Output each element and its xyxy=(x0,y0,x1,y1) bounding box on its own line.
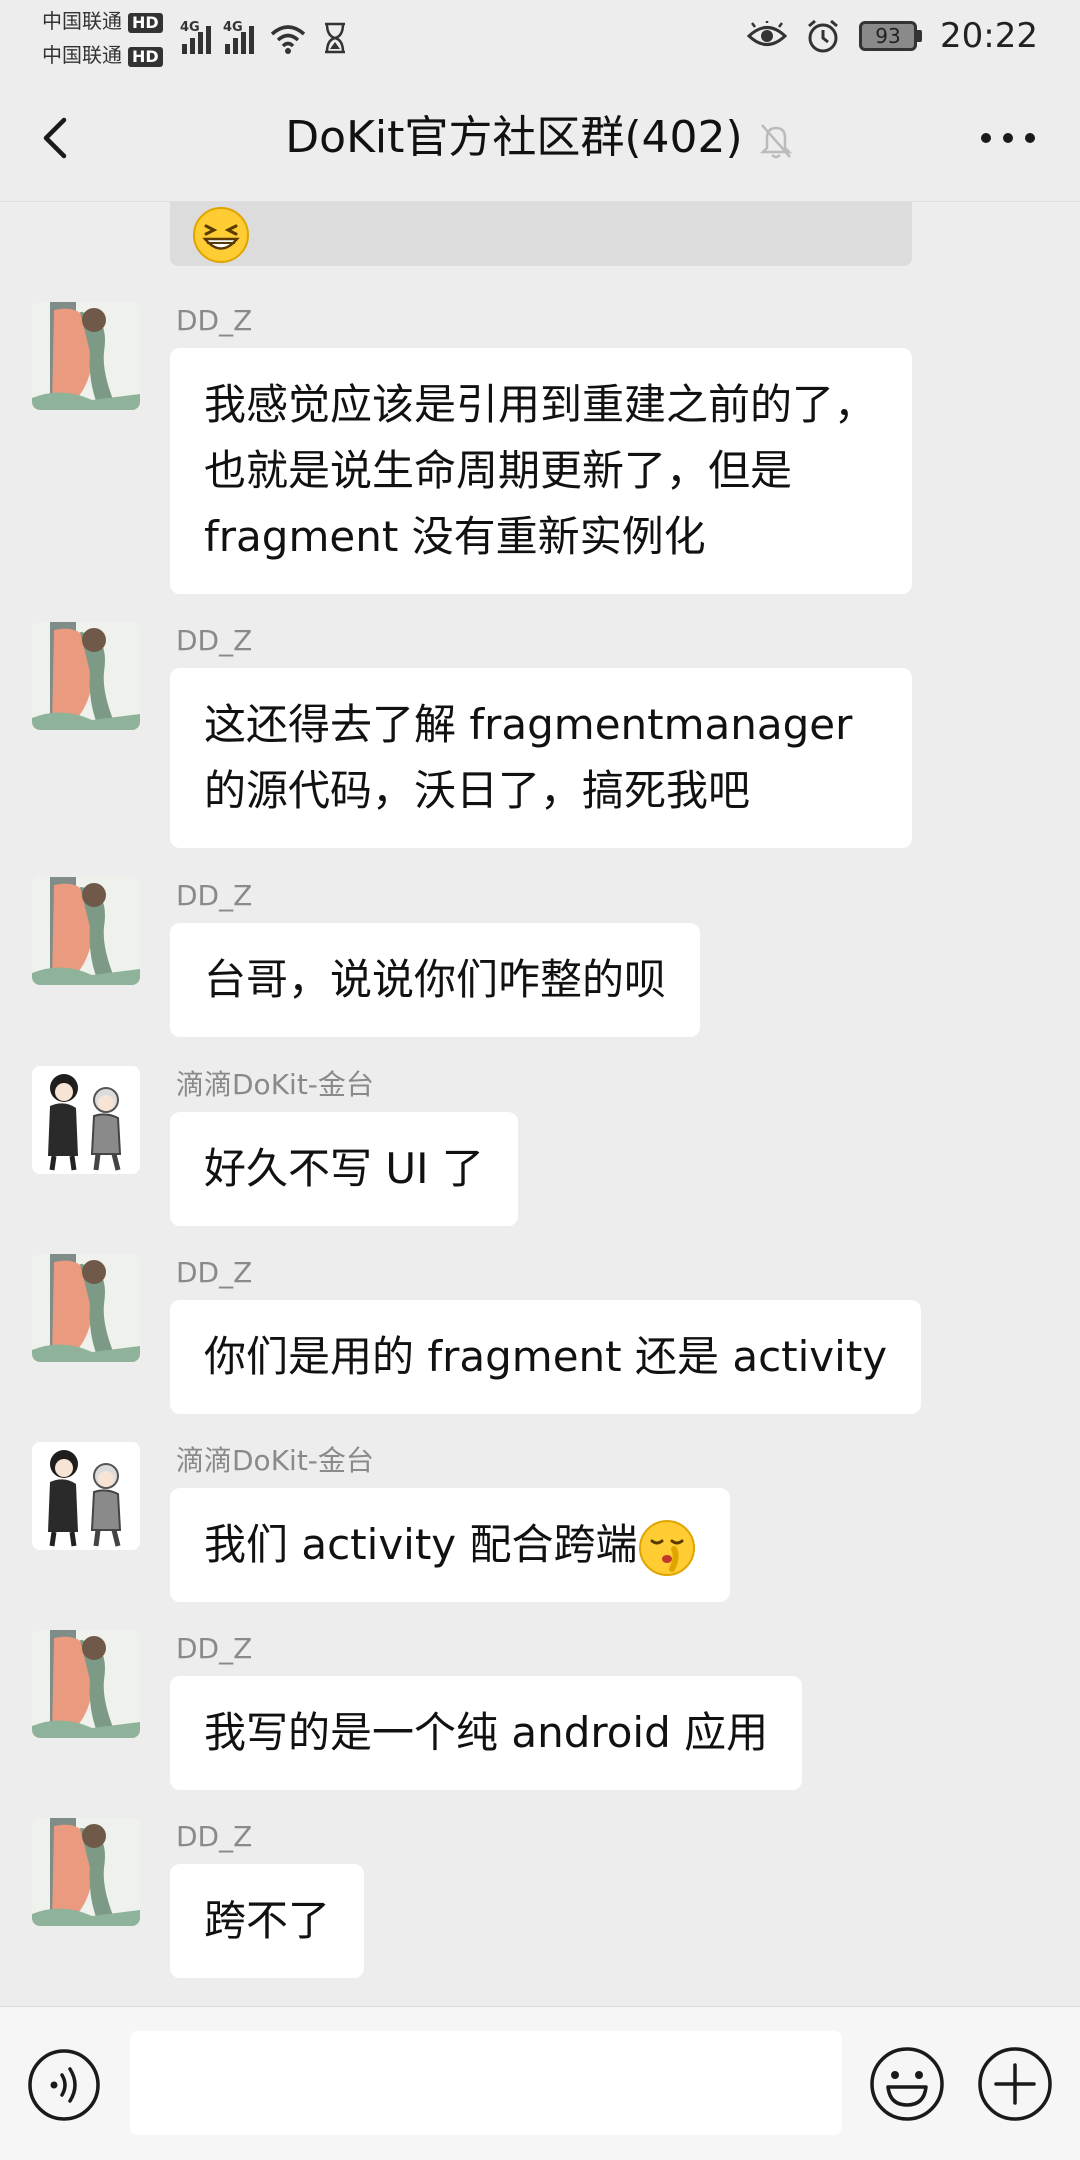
tree-figure-avatar[interactable] xyxy=(32,302,140,410)
message-text: 我感觉应该是引用到重建之前的了，也就是说生命周期更新了，但是 fragment … xyxy=(204,380,877,561)
shushing-face-emoji xyxy=(638,1519,695,1576)
sender-name: DD_Z xyxy=(176,624,253,657)
tree-figure-avatar[interactable] xyxy=(32,1818,140,1926)
signal-icon: 4G xyxy=(180,20,211,54)
message-bubble[interactable]: 我写的是一个纯 android 应用 xyxy=(170,1676,803,1790)
message-bubble[interactable]: 好久不写 UI 了 xyxy=(170,1112,518,1226)
network-type-1: 4G xyxy=(180,20,200,35)
sender-name: DD_Z xyxy=(176,1820,253,1853)
message-bubble[interactable]: 我感觉应该是引用到重建之前的了，也就是说生命周期更新了，但是 fragment … xyxy=(170,348,912,594)
sender-name: DD_Z xyxy=(176,1256,253,1289)
message-text: 我写的是一个纯 android 应用 xyxy=(204,1708,769,1757)
tree-figure-avatar[interactable] xyxy=(32,1254,140,1362)
network-type-2: 4G xyxy=(223,20,243,35)
sender-name: 滴滴DoKit-金台 xyxy=(176,1068,374,1101)
alarm-icon xyxy=(808,19,838,53)
status-right-group: 93 20:22 xyxy=(747,14,1038,58)
message-text: 我们 activity 配合跨端 xyxy=(204,1520,638,1569)
voice-icon[interactable] xyxy=(26,2047,102,2123)
input-bar xyxy=(0,2006,1080,2160)
signal-icon: 4G xyxy=(223,20,254,54)
message-bubble[interactable]: 你们是用的 fragment 还是 activity xyxy=(170,1300,922,1414)
plus-icon[interactable] xyxy=(976,2045,1054,2123)
tree-figure-avatar[interactable] xyxy=(32,1630,140,1738)
chat-header: DoKit官方社区群(402) xyxy=(0,72,1080,202)
carrier-label-1: 中国联通 HD xyxy=(42,8,163,34)
two-figures-avatar[interactable] xyxy=(32,1066,140,1174)
message-text: 你们是用的 fragment 还是 activity xyxy=(204,1332,888,1381)
message-bubble[interactable]: 跨不了 xyxy=(170,1864,365,1978)
message-text: 好久不写 UI 了 xyxy=(204,1144,484,1193)
eye-icon xyxy=(747,21,788,46)
hd-badge-1: HD xyxy=(128,13,163,33)
message-bubble[interactable]: 我们 activity 配合跨端 xyxy=(170,1488,730,1602)
tree-figure-avatar[interactable] xyxy=(32,877,140,985)
message-list[interactable]: DD_Z 我感觉应该是引用到重建之前的了，也就是说生命周期更新了，但是 frag… xyxy=(0,202,1080,2002)
mute-bell-icon xyxy=(759,124,792,159)
message-text: 这还得去了解 fragmentmanager 的源代码，沃日了，搞死我吧 xyxy=(204,700,853,815)
battery-icon: 93 xyxy=(859,21,923,51)
carrier-name-1: 中国联通 xyxy=(42,9,122,33)
message-bubble[interactable]: 台哥，说说你们咋整的呗 xyxy=(170,923,701,1037)
grinning-squint-emoji xyxy=(193,207,249,263)
sender-name: 滴滴DoKit-金台 xyxy=(176,1444,374,1477)
sender-name: DD_Z xyxy=(176,879,253,912)
sender-name: DD_Z xyxy=(176,1632,253,1665)
more-dots-icon[interactable] xyxy=(976,120,1040,156)
carrier-name-2: 中国联通 xyxy=(42,43,122,67)
signal-group: 4G 4G xyxy=(180,14,348,54)
sender-name: DD_Z xyxy=(176,304,253,337)
two-figures-avatar[interactable] xyxy=(32,1442,140,1550)
partial-message-bubble[interactable] xyxy=(170,202,912,266)
message-text: 台哥，说说你们咋整的呗 xyxy=(204,955,667,1004)
hd-badge-2: HD xyxy=(128,47,163,67)
hourglass-icon xyxy=(325,22,345,54)
emoji-icon[interactable] xyxy=(868,2045,946,2123)
carrier-label-2: 中国联通 HD xyxy=(42,42,163,68)
page-title: DoKit官方社区群(402) xyxy=(0,108,1080,168)
message-input[interactable] xyxy=(130,2031,842,2135)
wifi-icon xyxy=(270,25,306,54)
group-title: DoKit官方社区群(402) xyxy=(285,112,743,163)
message-bubble[interactable]: 这还得去了解 fragmentmanager 的源代码，沃日了，搞死我吧 xyxy=(170,668,912,848)
tree-figure-avatar[interactable] xyxy=(32,622,140,730)
battery-level: 93 xyxy=(859,21,918,51)
status-bar: 中国联通 HD 中国联通 HD 4G 4G 93 20:22 xyxy=(0,0,1080,72)
message-text: 跨不了 xyxy=(204,1896,331,1945)
clock-time: 20:22 xyxy=(940,16,1038,56)
